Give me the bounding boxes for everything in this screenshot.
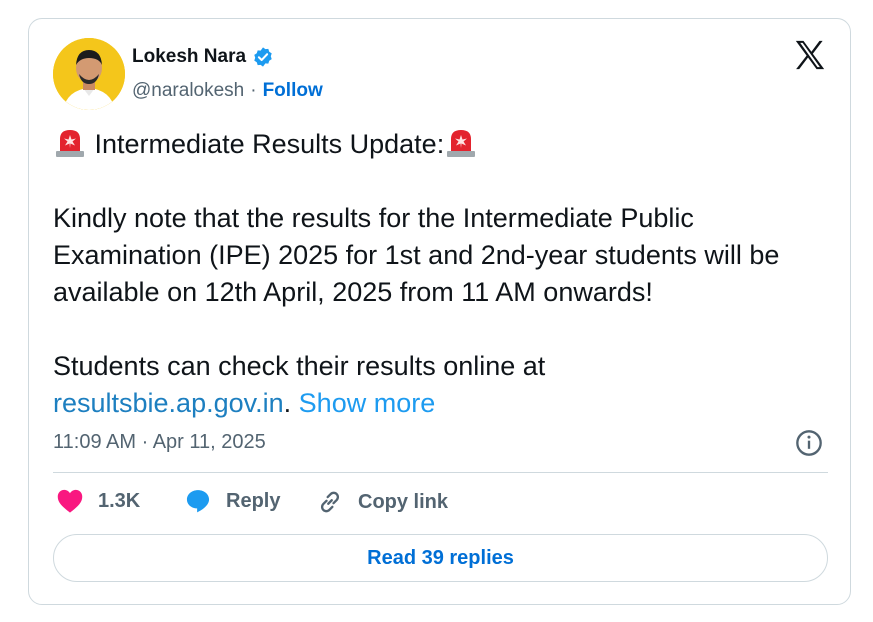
siren-icon [447,130,476,157]
follow-button[interactable]: Follow [263,80,323,102]
results-link[interactable]: resultsbie.ap.gov.in [53,388,284,418]
avatar[interactable] [53,38,125,110]
link-suffix: . [283,388,292,418]
tweet-headline-line: Intermediate Results Update: [53,126,823,163]
read-replies-button[interactable]: Read 39 replies [53,534,828,582]
info-icon[interactable] [795,429,823,457]
tweet-timestamp[interactable]: 11:09 AM · Apr 11, 2025 [53,431,266,454]
x-logo-icon[interactable] [792,38,828,72]
link-icon [320,491,340,513]
tweet-text: Intermediate Results Update: Kindly note… [53,126,823,422]
separator-dot: · [250,80,257,101]
tweet-paragraph-2-prefix: Students can check their results online … [53,351,546,381]
reply-label: Reply [226,489,281,512]
author-name[interactable]: Lokesh Nara [132,46,246,68]
copy-link-label: Copy link [358,490,449,513]
like-count: 1.3K [98,489,141,512]
author-handle[interactable]: @naralokesh [132,80,244,102]
heart-icon [57,489,83,513]
tweet-headline: Intermediate Results Update: [94,129,445,159]
siren-icon [56,130,84,157]
like-button[interactable]: 1.3K [56,488,140,514]
reply-bubble-icon [186,490,210,513]
divider [53,472,828,473]
show-more-link[interactable]: Show more [299,388,436,418]
author-handle-row: @naralokesh · Follow [132,80,323,102]
verified-badge-icon [254,47,272,67]
tweet-paragraph-2: Students can check their results online … [53,348,823,422]
avatar-image [53,38,125,110]
tweet-paragraph-1: Kindly note that the results for the Int… [53,203,780,307]
reply-button[interactable]: Reply [184,488,280,514]
read-replies-label: Read 39 replies [367,546,514,569]
copy-link-button[interactable]: Copy link [316,488,448,516]
author-name-row: Lokesh Nara [132,46,274,68]
